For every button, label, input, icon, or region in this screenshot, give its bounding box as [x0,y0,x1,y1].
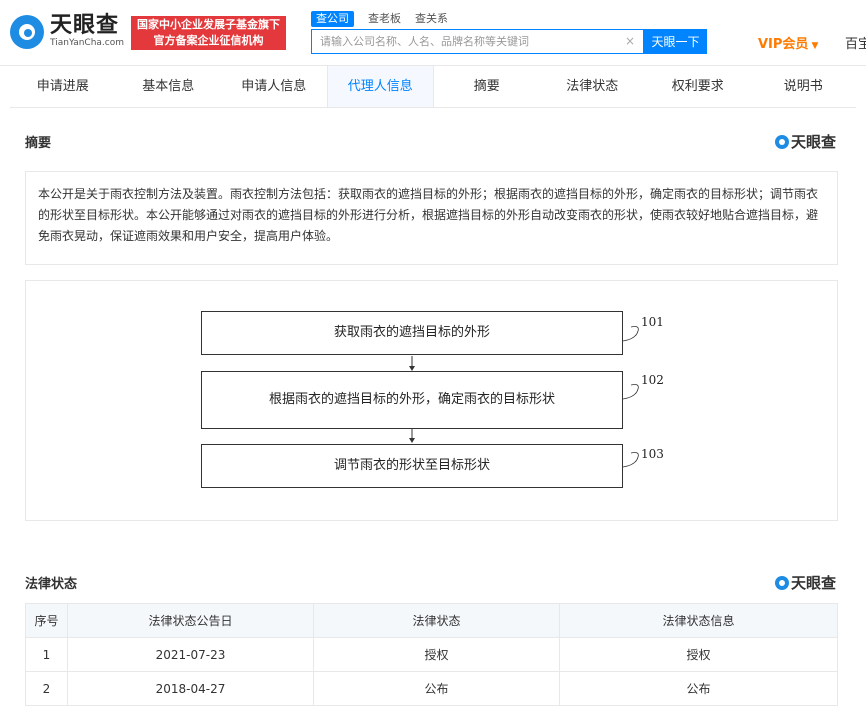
tab-legal-status[interactable]: 法律状态 [540,66,646,107]
cell-info: 公布 [559,671,838,706]
flow-step-1-number: 101 [641,315,664,329]
search-tab-boss[interactable]: 查老板 [368,11,401,27]
vip-label: VIP会员 [758,37,809,52]
tab-application-progress[interactable]: 申请进展 [10,66,116,107]
cell-date: 2021-07-23 [67,637,314,672]
table-header-row: 序号 法律状态公告日 法律状态 法律状态信息 [25,603,838,638]
cell-status: 公布 [313,671,560,706]
logo-title: 天眼查 [50,13,120,38]
tianyancha-logo[interactable]: 天眼查 TianYanCha.com [10,14,124,49]
abstract-figure: 获取雨衣的遮挡目标的外形 101 根据雨衣的遮挡目标的外形，确定雨衣的目标形状 … [25,280,838,521]
tab-abstract[interactable]: 摘要 [434,66,540,107]
col-announce-date: 法律状态公告日 [67,603,314,638]
tab-description[interactable]: 说明书 [751,66,857,107]
logo-domain: TianYanCha.com [50,38,125,48]
search-box: × [311,29,644,54]
abstract-brand-watermark: 天眼查 [774,131,836,152]
cell-date: 2018-04-27 [67,671,314,706]
chevron-down-icon: ▼ [811,41,819,51]
tianyancha-mark-icon [774,134,789,149]
flow-step-1: 获取雨衣的遮挡目标的外形 [201,311,623,355]
tab-agent-info[interactable]: 代理人信息 [326,66,434,107]
col-index: 序号 [25,603,68,638]
abstract-text: 本公开是关于雨衣控制方法及装置。雨衣控制方法包括：获取雨衣的遮挡目标的外形；根据… [25,171,838,265]
flow-step-3: 调节雨衣的形状至目标形状 [201,444,623,488]
search-tab-company[interactable]: 查公司 [311,11,354,27]
top-header: 天眼查 TianYanCha.com 国家中小企业发展子基金旗下 官方备案企业征… [0,0,866,66]
official-badge: 国家中小企业发展子基金旗下 官方备案企业征信机构 [131,16,286,50]
search-button[interactable]: 天眼一下 [644,29,707,54]
col-legal-info: 法律状态信息 [559,603,838,638]
tab-basic-info[interactable]: 基本信息 [116,66,222,107]
flow-step-3-number: 103 [641,447,664,461]
flow-step-2-number: 102 [641,373,664,387]
legal-section-title: 法律状态 [25,577,78,592]
tianyancha-mark-icon [774,575,789,590]
badge-line-2: 官方备案企业征信机构 [153,34,264,47]
tab-claims[interactable]: 权利要求 [645,66,751,107]
search-input[interactable] [312,30,622,53]
badge-line-1: 国家中小企业发展子基金旗下 [137,18,280,31]
cell-status: 授权 [313,637,560,672]
logo-eye-icon [10,14,44,49]
legal-brand-watermark: 天眼查 [774,572,836,593]
search-type-tabs: 查公司 查老板 查关系 [311,11,462,27]
clear-icon[interactable]: × [625,34,635,48]
cell-index: 2 [25,671,68,706]
table-row: 1 2021-07-23 授权 授权 [25,637,838,672]
cell-info: 授权 [559,637,838,672]
table-row: 2 2018-04-27 公布 公布 [25,671,838,706]
detail-nav-tabs: 申请进展 基本信息 申请人信息 代理人信息 摘要 法律状态 权利要求 说明书 [10,66,856,108]
brand-text: 天眼查 [790,574,836,592]
tab-applicant-info[interactable]: 申请人信息 [221,66,327,107]
legal-status-table: 序号 法律状态公告日 法律状态 法律状态信息 1 2021-07-23 授权 授… [25,603,838,706]
search-tab-relation[interactable]: 查关系 [415,11,448,27]
baibao-link[interactable]: 百宝 [845,33,866,52]
col-legal-status: 法律状态 [313,603,560,638]
flow-step-2: 根据雨衣的遮挡目标的外形，确定雨衣的目标形状 [201,371,623,429]
cell-index: 1 [25,637,68,672]
brand-text: 天眼查 [790,133,836,151]
vip-member-menu[interactable]: VIP会员 ▼ [758,33,818,52]
abstract-section-title: 摘要 [25,136,52,151]
